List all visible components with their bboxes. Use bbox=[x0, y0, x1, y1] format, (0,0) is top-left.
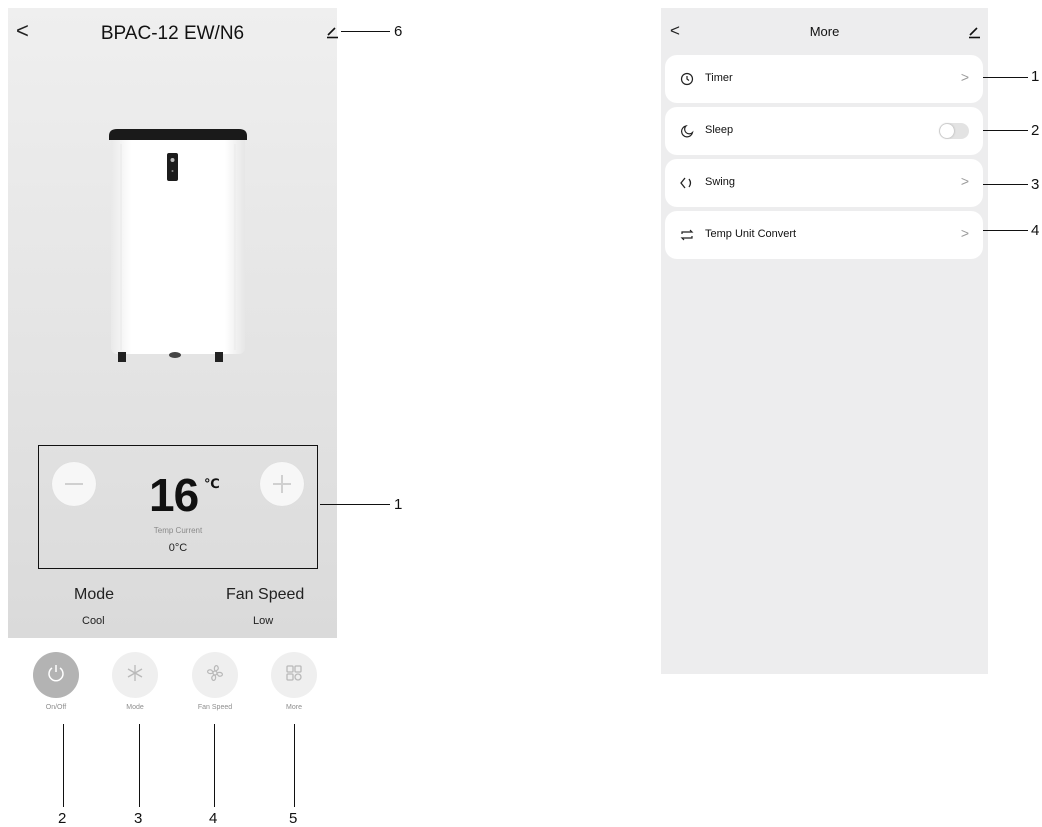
callout-number: 2 bbox=[58, 810, 67, 827]
page-title: More bbox=[809, 24, 840, 39]
callout-number: 6 bbox=[394, 23, 403, 40]
mode-button-label: Mode bbox=[126, 704, 144, 711]
menu-item-label: Temp Unit Convert bbox=[705, 228, 797, 240]
moon-icon bbox=[679, 123, 695, 139]
temp-current-label: Temp Current bbox=[153, 526, 203, 535]
on-off-label: On/Off bbox=[45, 704, 67, 711]
callout-line bbox=[983, 130, 1028, 132]
clock-icon bbox=[679, 71, 695, 87]
callout-line bbox=[341, 31, 390, 33]
menu-item-sleep: Sleep bbox=[665, 107, 983, 155]
more-button-label: More bbox=[286, 704, 302, 711]
increase-temp-button[interactable] bbox=[260, 462, 304, 506]
plus-icon-v bbox=[281, 475, 283, 493]
edit-icon[interactable] bbox=[967, 25, 981, 39]
fan-speed-label[interactable]: Fan Speed bbox=[226, 586, 304, 604]
convert-icon bbox=[679, 227, 695, 243]
toggle-knob bbox=[940, 124, 954, 138]
callout-number: 2 bbox=[1031, 122, 1040, 139]
more-button[interactable] bbox=[271, 652, 317, 698]
fan-speed-button-label: Fan Speed bbox=[197, 704, 233, 711]
callout-number: 1 bbox=[1031, 68, 1040, 85]
callout-line bbox=[983, 184, 1028, 186]
menu-item-temp-unit-convert[interactable]: Temp Unit Convert > bbox=[665, 211, 983, 259]
power-icon bbox=[46, 663, 66, 688]
sleep-toggle[interactable] bbox=[939, 123, 969, 139]
callout-line bbox=[983, 230, 1028, 232]
chevron-right-icon: > bbox=[960, 69, 969, 85]
menu-item-swing[interactable]: Swing > bbox=[665, 159, 983, 207]
minus-icon bbox=[65, 483, 83, 485]
callout-line bbox=[294, 724, 296, 807]
menu-item-label: Timer bbox=[705, 72, 733, 84]
callout-line bbox=[983, 77, 1028, 79]
callout-line bbox=[63, 724, 65, 807]
menu-item-label: Swing bbox=[705, 176, 735, 188]
temp-current-value: 0°C bbox=[168, 542, 188, 554]
callout-number: 1 bbox=[394, 496, 403, 513]
temp-unit: ℃ bbox=[204, 476, 220, 491]
swing-icon bbox=[679, 175, 695, 191]
chevron-right-icon: > bbox=[960, 225, 969, 241]
mode-button[interactable] bbox=[112, 652, 158, 698]
snowflake-icon bbox=[125, 663, 145, 688]
air-conditioner-image bbox=[105, 126, 251, 366]
fan-speed-button[interactable] bbox=[192, 652, 238, 698]
temp-setpoint: 16 bbox=[149, 469, 199, 521]
more-settings-screen: < More Timer > Sleep Swing > Temp Unit C… bbox=[661, 8, 988, 674]
mode-value: Cool bbox=[82, 615, 105, 627]
main-control-screen: < BPAC-12 EW/N6 16 ℃ Temp Current 0°C Mo… bbox=[8, 8, 339, 638]
menu-item-timer[interactable]: Timer > bbox=[665, 55, 983, 103]
callout-number: 3 bbox=[134, 810, 143, 827]
on-off-button[interactable] bbox=[33, 652, 79, 698]
callout-line bbox=[139, 724, 141, 807]
fan-speed-value: Low bbox=[253, 615, 274, 627]
callout-line bbox=[214, 724, 216, 807]
device-title: BPAC-12 EW/N6 bbox=[100, 23, 245, 44]
callout-number: 3 bbox=[1031, 176, 1040, 193]
grid-icon bbox=[284, 663, 304, 688]
callout-number: 5 bbox=[289, 810, 298, 827]
temperature-panel: 16 ℃ Temp Current 0°C bbox=[38, 445, 318, 569]
decrease-temp-button[interactable] bbox=[52, 462, 96, 506]
mode-label[interactable]: Mode bbox=[74, 586, 114, 604]
callout-line bbox=[320, 504, 390, 506]
edit-icon[interactable] bbox=[325, 25, 339, 39]
callout-number: 4 bbox=[1031, 222, 1040, 239]
callout-number: 4 bbox=[209, 810, 218, 827]
chevron-right-icon: > bbox=[960, 173, 969, 189]
fan-icon bbox=[204, 662, 226, 689]
menu-item-label: Sleep bbox=[705, 124, 734, 136]
